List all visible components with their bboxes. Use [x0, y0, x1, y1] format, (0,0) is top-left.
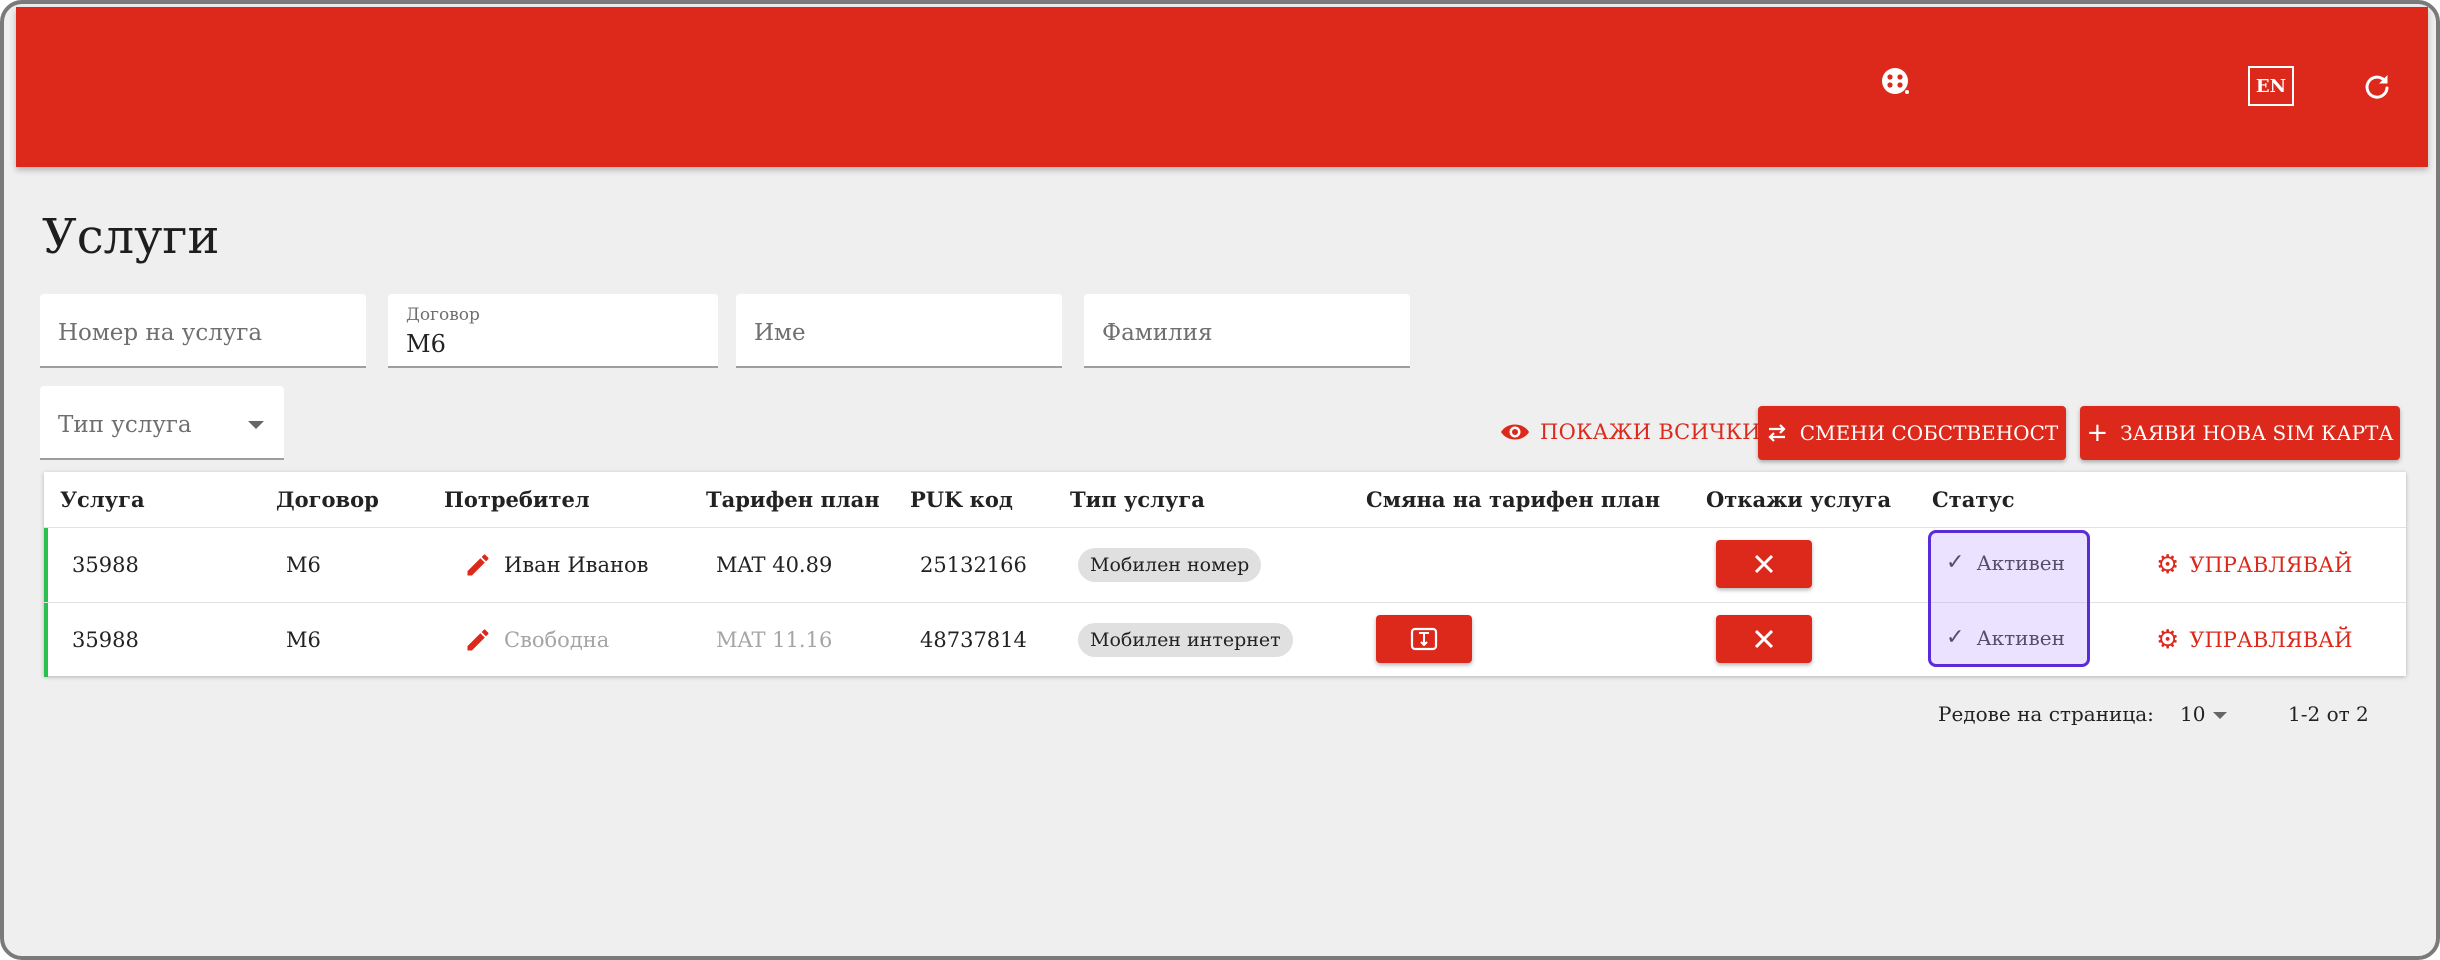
- service-type-select[interactable]: Тип услуга: [40, 386, 284, 460]
- manage-button[interactable]: ⚙ УПРАВЛЯВАЙ: [2156, 550, 2352, 580]
- contract-label: Договор: [406, 305, 480, 325]
- service-cell: 35988: [72, 628, 139, 652]
- edit-user-icon[interactable]: [464, 528, 492, 602]
- column-header-user[interactable]: Потребител: [444, 472, 590, 528]
- rows-per-page-select[interactable]: 10: [2180, 702, 2228, 726]
- column-header-service[interactable]: Услуга: [60, 472, 145, 528]
- column-header-plan-change: Смяна на тарифен план: [1366, 487, 1661, 512]
- plus-icon: +: [2086, 418, 2109, 448]
- top-app-bar: EN: [16, 7, 2428, 167]
- change-ownership-label: СМЕНИ СОБСТВЕНОСТ: [1799, 421, 2059, 445]
- pagination-range: 1-2 от 2: [2288, 702, 2369, 726]
- user-cell: Иван Иванов: [504, 553, 649, 577]
- puk-cell: 48737814: [920, 628, 1027, 652]
- column-header-contract[interactable]: Договор: [276, 472, 379, 528]
- dropdown-arrow-icon: [2213, 712, 2228, 719]
- service-type-chip: Мобилен интернет: [1078, 623, 1293, 657]
- manage-label: УПРАВЛЯВАЙ: [2189, 628, 2353, 652]
- change-ownership-button[interactable]: СМЕНИ СОБСТВЕНОСТ: [1758, 406, 2066, 460]
- gear-icon: ⚙: [2156, 550, 2180, 580]
- first-name-field[interactable]: Име: [736, 294, 1062, 368]
- close-icon: [1754, 629, 1774, 649]
- request-sim-label: ЗАЯВИ НОВА SIM КАРТА: [2120, 421, 2394, 445]
- dropdown-arrow-icon: [248, 421, 264, 429]
- services-table: Услуга Договор Потребител Тарифен план P…: [44, 472, 2406, 677]
- puk-cell: 25132166: [920, 553, 1027, 577]
- swap-icon: [1768, 424, 1786, 442]
- service-number-field[interactable]: Номер на услуга: [40, 294, 366, 368]
- service-cell: 35988: [72, 553, 139, 577]
- eye-icon: [1501, 424, 1529, 440]
- page-title: Услуги: [42, 209, 220, 265]
- service-number-placeholder: Номер на услуга: [58, 320, 263, 346]
- cancel-service-button[interactable]: [1716, 615, 1812, 663]
- user-cell: Свободна: [504, 628, 610, 652]
- last-name-field[interactable]: Фамилия: [1084, 294, 1410, 368]
- contract-field[interactable]: Договор M6: [388, 294, 718, 368]
- service-type-placeholder: Тип услуга: [58, 412, 192, 438]
- column-header-plan[interactable]: Тарифен план: [706, 472, 880, 528]
- request-sim-button[interactable]: + ЗАЯВИ НОВА SIM КАРТА: [2080, 406, 2400, 460]
- last-name-placeholder: Фамилия: [1102, 320, 1213, 346]
- service-type-cell: Мобилен интернет: [1078, 603, 1293, 677]
- column-header-status[interactable]: Статус: [1932, 472, 2015, 528]
- rows-per-page-label: Редове на страница:: [1938, 702, 2154, 726]
- contract-cell: M6: [286, 553, 321, 577]
- gear-icon: ⚙: [2156, 625, 2180, 655]
- column-header-service-type[interactable]: Тип услуга: [1070, 472, 1205, 528]
- column-header-puk[interactable]: PUK код: [910, 472, 1013, 528]
- app-window: EN Услуги Номер на услуга Договор M6 Име…: [0, 0, 2440, 960]
- edit-user-icon[interactable]: [464, 603, 492, 677]
- close-icon: [1754, 554, 1774, 574]
- column-header-cancel: Откажи услуга: [1706, 487, 1892, 512]
- contract-value: M6: [406, 330, 446, 358]
- plan-cell: MAT 40.89: [716, 553, 833, 577]
- cancel-service-button[interactable]: [1716, 540, 1812, 588]
- show-all-button[interactable]: ПОКАЖИ ВСИЧКИ: [1500, 414, 1761, 450]
- manage-label: УПРАВЛЯВАЙ: [2189, 553, 2353, 577]
- plan-cell: MAT 11.16: [716, 628, 833, 652]
- manage-button[interactable]: ⚙ УПРАВЛЯВАЙ: [2156, 625, 2352, 655]
- support-icon[interactable]: [1876, 62, 1916, 102]
- status-column-highlight: [1928, 530, 2090, 667]
- service-type-cell: Мобилен номер: [1078, 528, 1262, 602]
- language-switch-button[interactable]: EN: [2248, 66, 2294, 106]
- rows-per-page-value: 10: [2180, 702, 2206, 726]
- first-name-placeholder: Име: [754, 320, 806, 346]
- refresh-icon[interactable]: [2360, 69, 2394, 103]
- contract-cell: M6: [286, 628, 321, 652]
- swap-plan-icon: [1410, 627, 1438, 651]
- show-all-label: ПОКАЖИ ВСИЧКИ: [1540, 420, 1761, 444]
- service-type-chip: Мобилен номер: [1078, 548, 1262, 582]
- change-plan-button[interactable]: [1376, 615, 1472, 663]
